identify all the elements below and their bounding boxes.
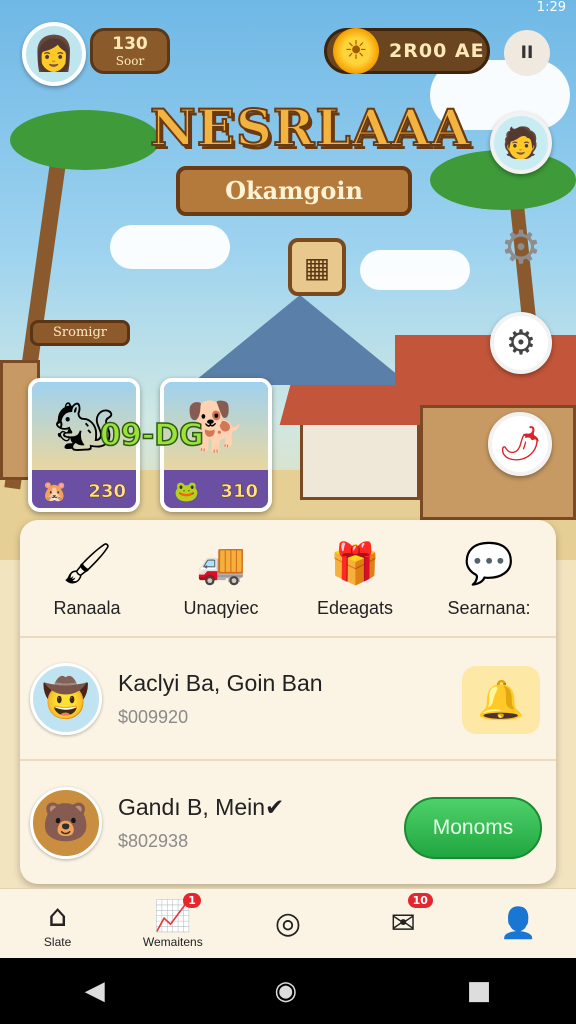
monoms-button[interactable]: Monoms — [404, 797, 542, 859]
nav-stats[interactable]: 📈 1 Wemaitens — [115, 889, 230, 958]
gear-icon: ⚙ — [505, 323, 537, 363]
action-label: Edeagats — [316, 597, 394, 618]
item-badge: 09-DG — [99, 417, 204, 454]
npc-amount: $802938 — [118, 830, 189, 851]
notification-badge: 1 — [183, 893, 201, 908]
wood-sign: Sromigr — [30, 320, 130, 346]
notification-badge: 10 — [407, 893, 433, 908]
action-label: Searnana: — [447, 597, 531, 618]
action-searnana[interactable]: 💬 Searnana: — [422, 520, 556, 636]
pause-button[interactable]: II — [504, 30, 550, 76]
home-icon: ⌂ — [48, 898, 68, 934]
player-avatar[interactable]: 👩 — [22, 22, 86, 86]
npc-avatar: 🐻 — [30, 786, 102, 859]
player-avatar-icon: 👩 — [32, 34, 76, 74]
nav-label: Wemaitens — [142, 934, 203, 949]
action-edeagats[interactable]: 🎁 Edeagats — [288, 520, 422, 636]
item-price-1: 230 — [88, 480, 126, 502]
gift-box-icon: 🎁 — [330, 541, 380, 587]
level-badge: 130 Soor — [90, 28, 170, 74]
item-price-2: 310 — [220, 480, 258, 502]
action-panel: 🖌 Ranaala 🚚 Unaqyiec 🎁 Edeagats 💬 Searna… — [20, 520, 556, 884]
profile-icon: 👤 — [499, 905, 538, 941]
sun-coin-icon: ☀ — [333, 28, 379, 74]
person-chat-icon: 💬 — [464, 541, 514, 587]
level-caption: Soor — [115, 54, 145, 68]
action-label: Unaqyiec — [183, 597, 259, 618]
notify-button[interactable]: 🔔 — [462, 666, 540, 734]
truck-icon: 🚚 — [196, 541, 246, 587]
status-time: 1:29 — [536, 0, 566, 15]
status-bar: 1:29 — [376, 0, 576, 18]
list-item[interactable]: 🐻 Gandı B, Mein✔ $802938 Monoms — [20, 761, 556, 884]
friend-avatar-icon: 🧑 — [502, 125, 540, 161]
action-ranaala[interactable]: 🖌 Ranaala — [20, 520, 154, 636]
nav-mail[interactable]: ✉ 10 — [346, 889, 461, 958]
gear-icon: ⚙ — [500, 220, 542, 274]
action-unaqyiec[interactable]: 🚚 Unaqyiec — [154, 520, 288, 636]
system-navigation-bar: ◀ ◉ ■ — [0, 958, 576, 1024]
recents-icon[interactable]: ■ — [467, 976, 492, 1006]
mail-icon: ✉ — [390, 905, 416, 941]
chili-icon: 🌶 — [498, 424, 542, 464]
bell-icon: 🔔 — [477, 677, 525, 722]
nav-home[interactable]: ⌂ Slate — [0, 889, 115, 958]
mountain — [190, 295, 410, 385]
nav-target[interactable]: ◎ — [230, 889, 345, 958]
level-value: 130 — [112, 34, 148, 54]
back-icon[interactable]: ◀ — [85, 976, 105, 1006]
bottom-nav: ⌂ Slate 📈 1 Wemaitens ◎ ✉ 10 👤 — [0, 888, 576, 958]
currency-value: 2R00 AE — [389, 40, 485, 62]
nav-label: Slate — [43, 934, 72, 949]
npc-name: Kaclyi Ba, Goin Ban — [118, 669, 323, 696]
currency-counter[interactable]: ☀ 2R00 AE — [324, 28, 490, 74]
chili-boost-button[interactable]: 🌶 — [488, 412, 552, 476]
action-bar: 🖌 Ranaala 🚚 Unaqyiec 🎁 Edeagats 💬 Searna… — [20, 520, 556, 638]
target-icon: ◎ — [274, 905, 302, 941]
brush-icon: 🖌 — [61, 541, 113, 587]
settings-button[interactable]: ⚙ — [494, 220, 548, 274]
pet-icon: 🐹 — [42, 479, 67, 503]
pause-icon: II — [520, 43, 534, 63]
npc-name: Gandı B, Mein✔ — [118, 793, 285, 820]
npc-avatar: 🤠 — [30, 662, 102, 735]
npc-amount: $009920 — [118, 706, 189, 727]
game-title: NESRLAAA — [149, 97, 472, 158]
game-subtitle-sign: Okamgoin — [176, 166, 412, 216]
menu-box-button[interactable]: ▦ — [288, 238, 346, 296]
options-button[interactable]: ⚙ — [490, 312, 552, 374]
wood-sign-text: Sromigr — [53, 325, 107, 340]
game-subtitle: Okamgoin — [225, 176, 363, 205]
action-label: Ranaala — [53, 597, 121, 618]
crate-icon: ▦ — [303, 250, 331, 284]
home-circle-icon[interactable]: ◉ — [274, 976, 297, 1006]
pet-icon: 🐸 — [174, 479, 199, 503]
list-item[interactable]: 🤠 Kaclyi Ba, Goin Ban $009920 🔔 — [20, 638, 556, 761]
nav-profile[interactable]: 👤 — [461, 889, 576, 958]
friend-avatar-button[interactable]: 🧑 — [490, 112, 552, 174]
